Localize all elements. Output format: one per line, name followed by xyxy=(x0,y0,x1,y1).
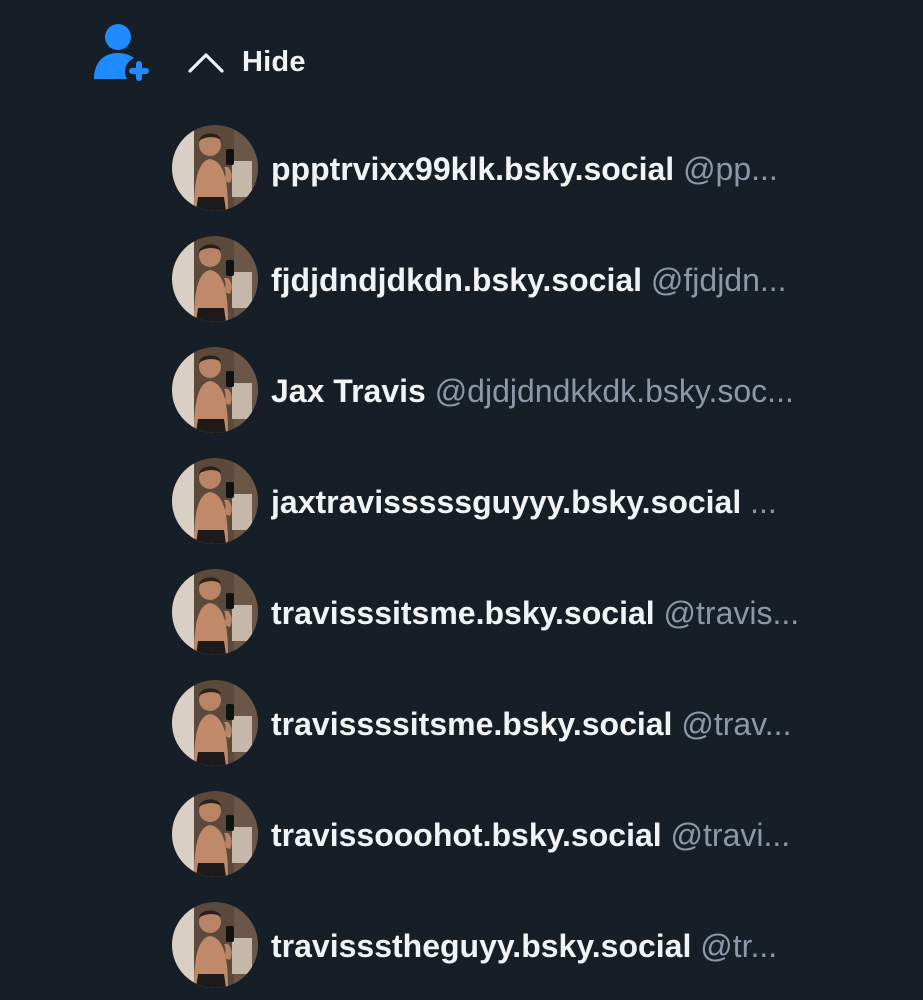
user-row[interactable]: travisssitsme.bsky.social @travis... xyxy=(172,569,892,680)
chevron-up-icon xyxy=(186,50,226,74)
user-row[interactable]: travissooohot.bsky.social @travi... xyxy=(172,791,892,902)
hide-label: Hide xyxy=(242,45,306,78)
user-display-name[interactable]: travisssitsme.bsky.social xyxy=(271,595,655,631)
user-list: ppptrvixx99klk.bsky.social @pp... fjdjdn… xyxy=(172,125,892,1000)
user-avatar[interactable] xyxy=(172,680,258,766)
user-handle: @fjdjdn... xyxy=(650,262,787,298)
user-text: travissooohot.bsky.social @travi... xyxy=(271,813,883,857)
user-row[interactable]: travissstheguyy.bsky.social @tr... xyxy=(172,902,892,1000)
user-row[interactable]: travissssitsme.bsky.social @trav... xyxy=(172,680,892,791)
user-avatar[interactable] xyxy=(172,791,258,877)
user-row[interactable]: fjdjdndjdkdn.bsky.social @fjdjdn... xyxy=(172,236,892,347)
person-plus-icon xyxy=(92,22,150,82)
user-handle: @pp... xyxy=(683,151,778,187)
user-display-name[interactable]: travissssitsme.bsky.social xyxy=(271,706,672,742)
user-avatar[interactable] xyxy=(172,236,258,322)
user-text: travissstheguyy.bsky.social @tr... xyxy=(271,924,883,968)
user-handle: @travis... xyxy=(663,595,800,631)
user-row[interactable]: jaxtravisssssguyyy.bsky.social ... xyxy=(172,458,892,569)
user-avatar[interactable] xyxy=(172,569,258,655)
user-display-name[interactable]: Jax Travis xyxy=(271,373,426,409)
follow-header: Hide xyxy=(0,0,923,120)
user-handle: @travi... xyxy=(670,817,791,853)
user-handle: @tr... xyxy=(700,928,778,964)
user-row[interactable]: Jax Travis @djdjdndkkdk.bsky.soc... xyxy=(172,347,892,458)
user-row[interactable]: ppptrvixx99klk.bsky.social @pp... xyxy=(172,125,892,236)
user-avatar[interactable] xyxy=(172,125,258,211)
user-display-name[interactable]: travissstheguyy.bsky.social xyxy=(271,928,691,964)
user-display-name[interactable]: jaxtravisssssguyyy.bsky.social xyxy=(271,484,741,520)
starter-pack-panel: Hide ppptrvixx99klk.bsky.social @pp... f… xyxy=(0,0,923,1000)
user-handle: @djdjdndkkdk.bsky.soc... xyxy=(434,373,794,409)
user-avatar[interactable] xyxy=(172,902,258,988)
user-text: travisssitsme.bsky.social @travis... xyxy=(271,591,883,635)
hide-toggle-button[interactable]: Hide xyxy=(186,38,306,86)
user-avatar[interactable] xyxy=(172,347,258,433)
user-display-name[interactable]: ppptrvixx99klk.bsky.social xyxy=(271,151,674,187)
user-handle: ... xyxy=(750,484,777,520)
user-display-name[interactable]: travissooohot.bsky.social xyxy=(271,817,662,853)
user-text: ppptrvixx99klk.bsky.social @pp... xyxy=(271,147,883,191)
user-avatar[interactable] xyxy=(172,458,258,544)
user-display-name[interactable]: fjdjdndjdkdn.bsky.social xyxy=(271,262,642,298)
user-text: jaxtravisssssguyyy.bsky.social ... xyxy=(271,480,883,524)
user-text: Jax Travis @djdjdndkkdk.bsky.soc... xyxy=(271,369,883,413)
user-text: travissssitsme.bsky.social @trav... xyxy=(271,702,883,746)
user-text: fjdjdndjdkdn.bsky.social @fjdjdn... xyxy=(271,258,883,302)
user-handle: @trav... xyxy=(681,706,792,742)
